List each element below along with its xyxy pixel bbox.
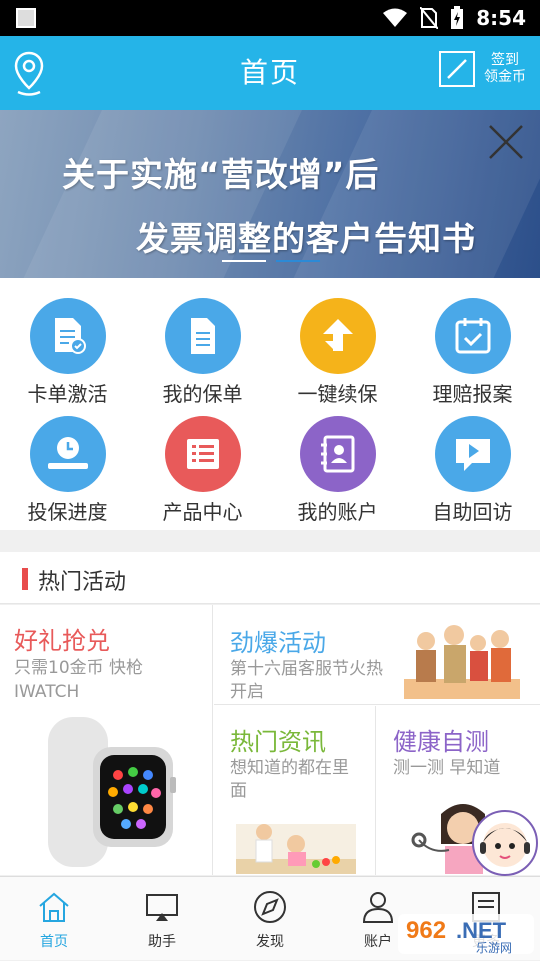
svg-text:962: 962: [406, 917, 446, 944]
news-sub-2: 面: [230, 781, 247, 801]
site-watermark: 962 .NET 乐游网: [398, 910, 534, 956]
wifi-icon: [383, 8, 408, 27]
checkin-label-1: 签到: [491, 52, 519, 68]
screen-share-icon: [146, 894, 178, 921]
card-activate-icon: [29, 298, 106, 374]
tab-home[interactable]: 首页: [0, 877, 108, 961]
event-panel[interactable]: 劲爆活动 第十六届客服节火热 开启: [214, 605, 540, 705]
grid-item-claim-report[interactable]: 理赔报案: [405, 278, 540, 406]
function-grid: 卡单激活 我的保单 一键续保 理赔报案 投保进度 产品中心 我的账户 自助回访: [0, 278, 540, 530]
smartwatch-image: [48, 717, 176, 867]
watermark-logo: 962 .NET 乐游网: [398, 914, 534, 955]
section-marker: [22, 568, 28, 590]
status-bar: 8:54: [0, 0, 540, 36]
family-kitchen-image: [236, 824, 356, 874]
grid-label: 自助回访: [432, 500, 513, 524]
health-sub-1: 测一测 早知道: [393, 758, 501, 778]
no-sim-icon: [420, 7, 439, 29]
grid-label: 我的账户: [297, 500, 378, 524]
health-title: 健康自测: [393, 728, 489, 756]
gift-title: 好礼抢兑: [14, 627, 110, 655]
grid-item-renew[interactable]: 一键续保: [270, 278, 405, 406]
tab-label: 助手: [148, 934, 176, 950]
gift-sub-2: IWATCH: [14, 682, 80, 702]
gift-sub-1: 只需10金币 快枪: [14, 658, 144, 678]
grid-item-my-policy[interactable]: 我的保单: [135, 278, 270, 406]
event-sub-1: 第十六届客服节火热: [230, 659, 383, 679]
tab-label: 首页: [40, 934, 68, 950]
news-panel[interactable]: 热门资讯 想知道的都在里 面: [214, 706, 376, 875]
grid-label: 产品中心: [162, 500, 243, 524]
grid-item-progress[interactable]: 投保进度: [0, 396, 135, 524]
edit-icon: [439, 51, 475, 87]
elderly-group-image: [404, 625, 520, 699]
hot-activities-header: 热门活动: [0, 552, 540, 604]
svg-text:.NET: .NET: [456, 918, 507, 943]
grid-item-product-center[interactable]: 产品中心: [135, 396, 270, 524]
user-icon: [362, 892, 394, 923]
promo-banner[interactable]: 关于实施“营改增”后 发票调整的客户告知书: [0, 110, 540, 278]
grid-item-self-revisit[interactable]: 自助回访: [405, 396, 540, 524]
renew-icon: [299, 298, 376, 374]
tab-label: 发现: [256, 934, 284, 950]
event-title: 劲爆活动: [230, 629, 326, 657]
banner-line-2: 发票调整的客户告知书: [136, 219, 476, 258]
grid-label: 投保进度: [27, 500, 108, 524]
checkin-label-2: 领金币: [484, 69, 526, 85]
status-time: 8:54: [476, 6, 526, 30]
account-book-icon: [299, 416, 376, 492]
grid-item-my-account[interactable]: 我的账户: [270, 396, 405, 524]
tab-assistant[interactable]: 助手: [108, 877, 216, 961]
calendar-check-icon: [434, 298, 511, 374]
checkin-button[interactable]: 签到 领金币: [438, 50, 526, 88]
battery-charging-icon: [451, 6, 464, 29]
activity-panels: 好礼抢兑 只需10金币 快枪 IWATCH 劲爆活动 第十六届客服节火热 开启: [0, 605, 540, 875]
notification-icon: [16, 8, 36, 28]
gift-panel[interactable]: 好礼抢兑 只需10金币 快枪 IWATCH: [0, 605, 213, 875]
product-list-icon: [164, 416, 241, 492]
section-title: 热门活动: [38, 570, 127, 595]
banner-indicator-2: [276, 260, 320, 262]
news-title: 热门资讯: [230, 728, 326, 756]
news-sub-1: 想知道的都在里: [230, 758, 349, 778]
compass-icon: [254, 891, 286, 923]
close-icon[interactable]: [486, 122, 526, 162]
app-bar: 首页 签到 领金币: [0, 36, 540, 110]
customer-service-avatar[interactable]: [472, 810, 538, 876]
banner-line-1: 关于实施“营改增”后: [62, 155, 380, 194]
event-sub-2: 开启: [230, 682, 264, 702]
progress-clock-icon: [29, 416, 106, 492]
grid-item-card-activate[interactable]: 卡单激活: [0, 278, 135, 406]
banner-indicator-1: [222, 260, 266, 262]
svg-text:乐游网: 乐游网: [476, 941, 512, 955]
home-icon: [39, 892, 69, 922]
chat-play-icon: [434, 416, 511, 492]
tab-discover[interactable]: 发现: [216, 877, 324, 961]
policy-document-icon: [164, 298, 241, 374]
